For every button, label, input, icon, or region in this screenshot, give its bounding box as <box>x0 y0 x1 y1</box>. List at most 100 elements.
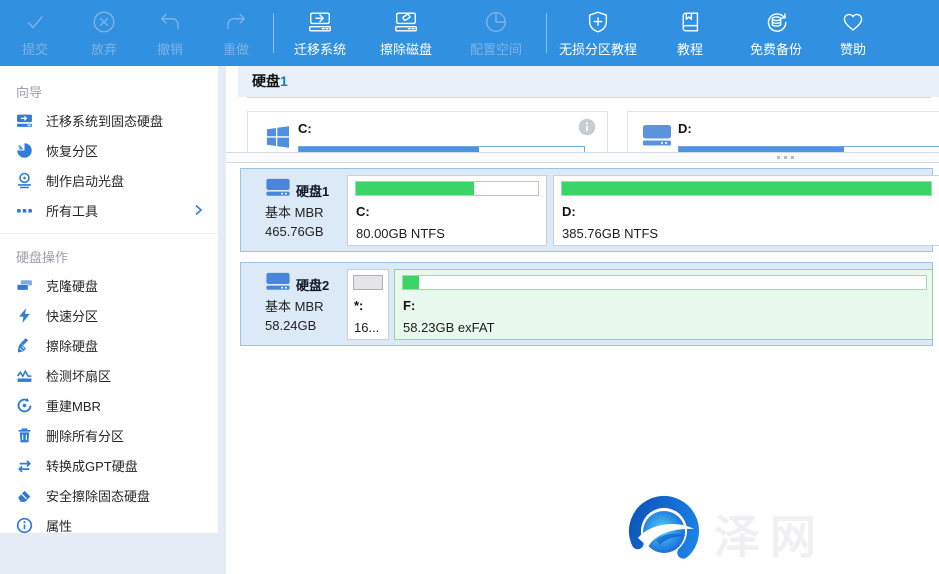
donate-button[interactable]: 赞助 <box>821 0 885 66</box>
sidebar-item-label: 安全擦除固态硬盘 <box>46 486 150 505</box>
partition-usage-bar <box>355 181 539 196</box>
tutorial-button[interactable]: 教程 <box>649 0 731 66</box>
chevron-right-icon <box>190 202 206 221</box>
toolbar: 提交 放弃 撤销 重做 迁移系统 <box>0 0 939 66</box>
sidebar-item-bootable-media[interactable]: 制作启动光盘 <box>0 165 218 195</box>
sidebar-item-rebuild-mbr[interactable]: 重建MBR <box>0 390 218 420</box>
partition-c[interactable]: C: 80.00GB NTFS <box>347 175 547 246</box>
erase-disk-icon <box>16 337 33 354</box>
sidebar-item-label: 转换成GPT硬盘 <box>46 456 138 475</box>
partition-name: C: <box>356 204 370 219</box>
sidebar-item-erase-disk[interactable]: 擦除硬盘 <box>0 330 218 360</box>
partition-usage-bar <box>402 275 927 290</box>
free-backup-button[interactable]: 免费备份 <box>731 0 821 66</box>
sidebar-item-all-tools[interactable]: 所有工具 <box>0 195 218 225</box>
sidebar-item-label: 擦除硬盘 <box>46 336 98 355</box>
allocate-space-label: 配置空间 <box>470 39 522 58</box>
sidebar-section-wizard-title: 向导 <box>0 66 218 105</box>
sidebar-item-label: 迁移系统到固态硬盘 <box>46 111 163 130</box>
tab-disk1-number: 1 <box>280 73 288 89</box>
rebuild-mbr-icon <box>16 397 33 414</box>
sidebar-item-label: 制作启动光盘 <box>46 171 124 190</box>
undo-icon <box>157 7 183 37</box>
disk-type: 基本 MBR <box>265 296 324 315</box>
partition-usage-fill <box>356 182 474 195</box>
disk-size: 58.24GB <box>265 318 316 333</box>
partition-detail: 58.23GB exFAT <box>403 320 495 335</box>
discard-label: 放弃 <box>91 39 117 58</box>
sidebar-item-properties[interactable]: 属性 <box>0 510 218 540</box>
sidebar-item-quick-partition[interactable]: 快速分区 <box>0 300 218 330</box>
app-window: 提交 放弃 撤销 重做 迁移系统 <box>0 0 939 574</box>
sidebar-section-disk-ops-title: 硬盘操作 <box>0 233 218 270</box>
discard-button[interactable]: 放弃 <box>70 0 138 66</box>
redo-button[interactable]: 重做 <box>202 0 270 66</box>
sidebar-item-label: 属性 <box>46 516 72 535</box>
sidebar-item-clone-disk[interactable]: 克隆硬盘 <box>0 270 218 300</box>
delete-partitions-icon <box>16 427 33 444</box>
submit-label: 提交 <box>22 39 48 58</box>
check-icon <box>22 7 48 37</box>
disk-type: 基本 MBR <box>265 202 324 221</box>
partition-detail: 385.76GB NTFS <box>562 226 658 241</box>
quick-partition-icon <box>16 307 33 324</box>
properties-icon <box>16 517 33 534</box>
disk-row-1[interactable]: 硬盘1 基本 MBR 465.76GB C: 80.00GB NTFS D: 3… <box>240 168 933 252</box>
partition-usage-fill <box>354 276 382 289</box>
backup-icon <box>763 7 789 37</box>
migrate-os-button[interactable]: 迁移系统 <box>274 0 366 66</box>
migrate-os-icon <box>307 7 333 37</box>
sidebar: 向导 迁移系统到固态硬盘 恢复分区 制作启动光盘 所有工具 <box>0 66 218 533</box>
partition-f-selected[interactable]: F: 58.23GB exFAT <box>394 269 933 340</box>
partition-name: D: <box>562 204 576 219</box>
sidebar-item-recover-partition[interactable]: 恢复分区 <box>0 135 218 165</box>
tab-disk1[interactable]: 硬盘1 <box>238 66 939 97</box>
recover-partition-icon <box>16 142 33 159</box>
sidebar-item-label: 删除所有分区 <box>46 426 124 445</box>
disk-name: 硬盘2 <box>296 275 329 294</box>
disk-icon <box>265 272 291 296</box>
submit-button[interactable]: 提交 <box>0 0 70 66</box>
main-panel: 硬盘1 C: D: <box>226 66 939 574</box>
migrate-ssd-icon <box>16 112 33 129</box>
free-backup-label: 免费备份 <box>750 39 802 58</box>
sidebar-item-delete-partitions[interactable]: 删除所有分区 <box>0 420 218 450</box>
allocate-space-button[interactable]: 配置空间 <box>446 0 546 66</box>
partition-name: F: <box>403 298 415 313</box>
disk-row-2[interactable]: 硬盘2 基本 MBR 58.24GB *: 16... F: 58.23GB e… <box>240 262 933 346</box>
sidebar-item-migrate-ssd[interactable]: 迁移系统到固态硬盘 <box>0 105 218 135</box>
partition-detail: 80.00GB NTFS <box>356 226 445 241</box>
splitter-dots-icon <box>777 156 794 159</box>
sidebar-item-label: 检测坏扇区 <box>46 366 111 385</box>
bootable-media-icon <box>16 172 33 189</box>
sidebar-item-label: 恢复分区 <box>46 141 98 160</box>
sidebar-item-label: 克隆硬盘 <box>46 276 98 295</box>
partition-d[interactable]: D: 385.76GB NTFS <box>553 175 939 246</box>
sidebar-item-secure-erase[interactable]: 安全擦除固态硬盘 <box>0 480 218 510</box>
shield-plus-icon <box>585 7 611 37</box>
secure-erase-icon <box>16 487 33 504</box>
splitter-handle[interactable] <box>226 152 939 163</box>
partition-usage-fill <box>562 182 931 195</box>
sidebar-item-label: 所有工具 <box>46 201 98 220</box>
partition-tutorial-button[interactable]: 无损分区教程 <box>547 0 649 66</box>
redo-label: 重做 <box>223 39 249 58</box>
heart-icon <box>840 7 866 37</box>
disk-icon <box>642 124 672 152</box>
sidebar-item-bad-sector[interactable]: 检测坏扇区 <box>0 360 218 390</box>
watermark-logo-icon <box>626 495 702 572</box>
tab-strip: 硬盘1 <box>226 66 939 97</box>
wipe-disk-button[interactable]: 擦除磁盘 <box>366 0 446 66</box>
partition-usage-bar <box>561 181 932 196</box>
discard-icon <box>91 7 117 37</box>
tutorial-label: 教程 <box>677 39 703 58</box>
undo-button[interactable]: 撤销 <box>138 0 202 66</box>
partition-name: *: <box>354 298 363 313</box>
sidebar-item-convert-gpt[interactable]: 转换成GPT硬盘 <box>0 450 218 480</box>
wipe-disk-icon <box>393 7 419 37</box>
partition-reserved[interactable]: *: 16... <box>347 269 389 340</box>
info-icon[interactable] <box>578 118 596 141</box>
donate-label: 赞助 <box>840 39 866 58</box>
sidebar-item-label: 快速分区 <box>46 306 98 325</box>
disk-size: 465.76GB <box>265 224 324 239</box>
